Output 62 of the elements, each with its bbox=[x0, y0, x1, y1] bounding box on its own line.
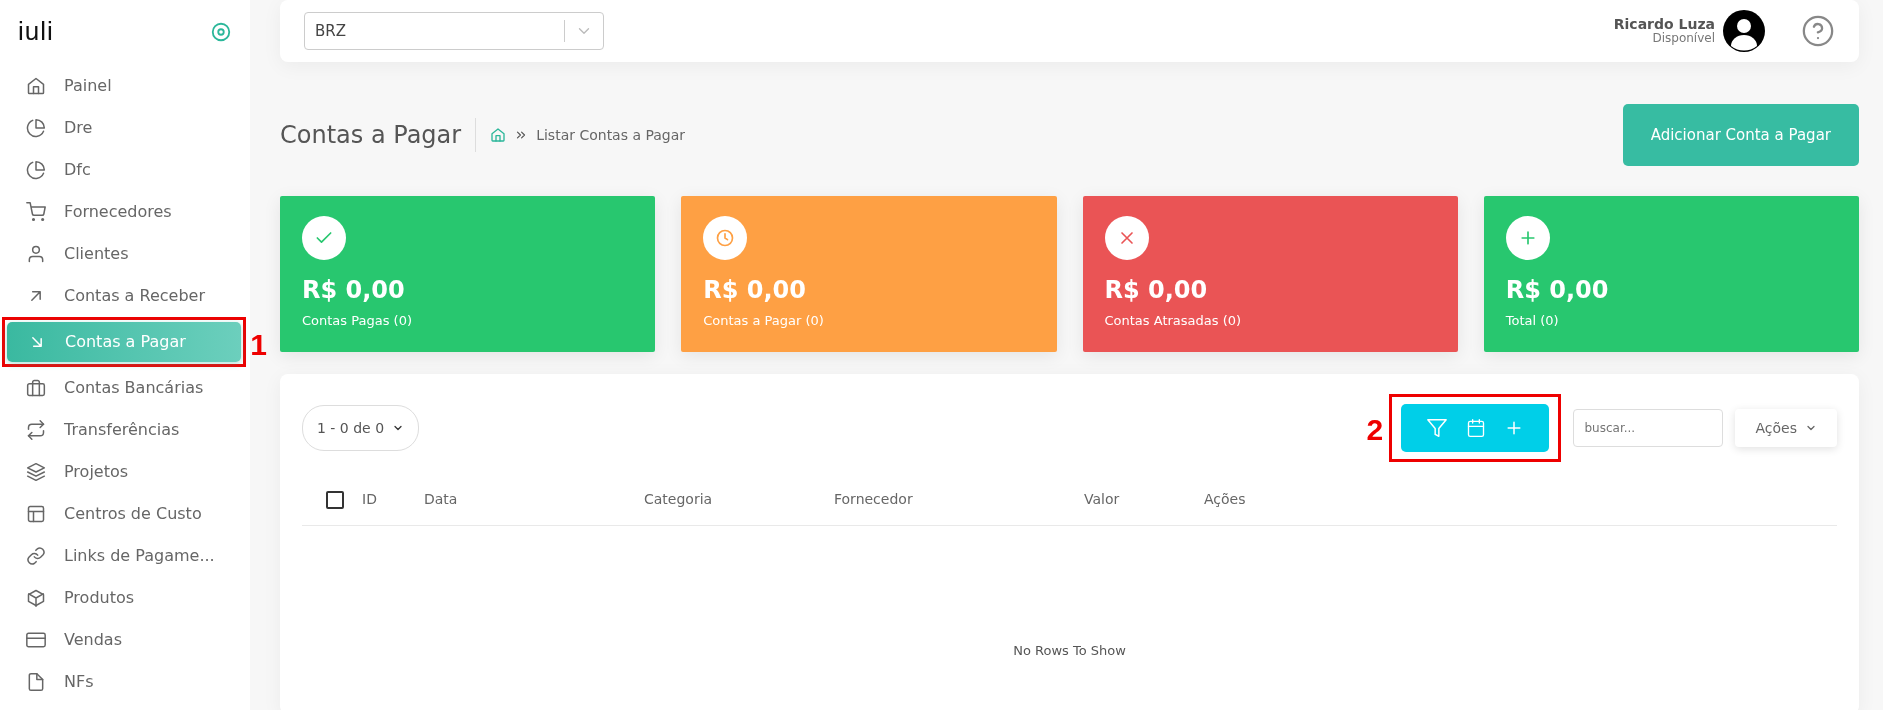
select-all-checkbox[interactable] bbox=[326, 490, 344, 509]
card-amount: R$ 0,00 bbox=[1104, 276, 1209, 305]
help-icon[interactable] bbox=[1801, 14, 1835, 48]
pie-chart-icon bbox=[26, 118, 46, 138]
sidebar-item[interactable]: Clientes bbox=[6, 233, 244, 275]
user-name: Ricardo Luza bbox=[1613, 16, 1715, 32]
link-icon bbox=[26, 546, 46, 566]
cart-icon bbox=[26, 202, 46, 222]
home-icon[interactable] bbox=[490, 127, 507, 143]
column-header: Categoria bbox=[644, 490, 714, 509]
search-field[interactable]: buscar... bbox=[1573, 409, 1724, 447]
filter-button-group[interactable] bbox=[1401, 404, 1550, 452]
filter-icon bbox=[1426, 417, 1449, 439]
card-amount: R$ 0,00 bbox=[1505, 276, 1610, 305]
repeat-icon bbox=[26, 420, 46, 440]
card-amount: R$ 0,00 bbox=[302, 276, 406, 305]
sidebar-item[interactable]: Dfc bbox=[6, 149, 244, 191]
target-icon bbox=[210, 20, 232, 43]
sidebar-item[interactable]: Dre bbox=[6, 107, 244, 149]
annotation-number: 2 bbox=[1366, 415, 1384, 445]
home-icon bbox=[26, 76, 46, 96]
pie-chart-icon bbox=[26, 160, 46, 180]
layout-icon bbox=[26, 504, 46, 524]
actions-dropdown[interactable]: Ações bbox=[1735, 409, 1837, 447]
breadcrumb-item: Listar Contas a Pagar bbox=[536, 125, 686, 145]
sidebar-item[interactable]: Painel bbox=[6, 65, 244, 107]
briefcase-icon bbox=[26, 378, 46, 398]
sidebar-item[interactable]: Contas Bancárias bbox=[6, 367, 244, 409]
column-header: Fornecedor bbox=[834, 490, 914, 509]
sidebar-item[interactable]: Fornecedores bbox=[6, 191, 244, 233]
company-select[interactable]: BRZ bbox=[304, 12, 604, 50]
column-header: Data bbox=[424, 490, 459, 509]
annotation-number: 1 bbox=[250, 330, 267, 360]
user-status: Disponível bbox=[1651, 32, 1715, 46]
clock-icon bbox=[715, 228, 736, 248]
logo: iuli bbox=[18, 15, 54, 48]
package-icon bbox=[26, 588, 46, 608]
empty-message: No Rows To Show bbox=[1013, 642, 1126, 660]
layers-icon bbox=[26, 462, 46, 482]
card-label: Total (0) bbox=[1505, 311, 1560, 330]
column-header: Ações bbox=[1204, 490, 1247, 509]
sidebar-item[interactable]: Contas a Receber bbox=[6, 275, 244, 317]
card-label: Contas Pagas (0) bbox=[302, 311, 413, 330]
user-icon bbox=[26, 244, 46, 264]
sidebar-item[interactable]: Produtos bbox=[6, 577, 244, 619]
page-title: Contas a Pagar bbox=[280, 120, 462, 150]
sidebar-item[interactable]: Links de Pagame... bbox=[6, 535, 244, 577]
card-label: Contas Atrasadas (0) bbox=[1104, 311, 1243, 330]
sidebar-item[interactable]: Vendas bbox=[6, 619, 244, 661]
column-header: Valor bbox=[1084, 490, 1121, 509]
sidebar-item[interactable]: Centros de Custo bbox=[6, 493, 244, 535]
credit-card-icon bbox=[26, 630, 46, 650]
pager-dropdown[interactable]: 1 - 0 de 0 bbox=[302, 405, 420, 451]
sidebar-item[interactable]: NFs bbox=[6, 661, 244, 703]
sidebar-item[interactable]: Projetos bbox=[6, 451, 244, 493]
card-label: Contas a Pagar (0) bbox=[703, 311, 825, 330]
file-icon bbox=[26, 672, 46, 692]
avatar-silhouette[interactable] bbox=[1723, 10, 1765, 52]
sidebar-item[interactable]: Transferências bbox=[6, 409, 244, 451]
card-amount: R$ 0,00 bbox=[703, 276, 807, 305]
column-header: ID bbox=[362, 490, 378, 509]
calendar-icon bbox=[1466, 418, 1487, 438]
